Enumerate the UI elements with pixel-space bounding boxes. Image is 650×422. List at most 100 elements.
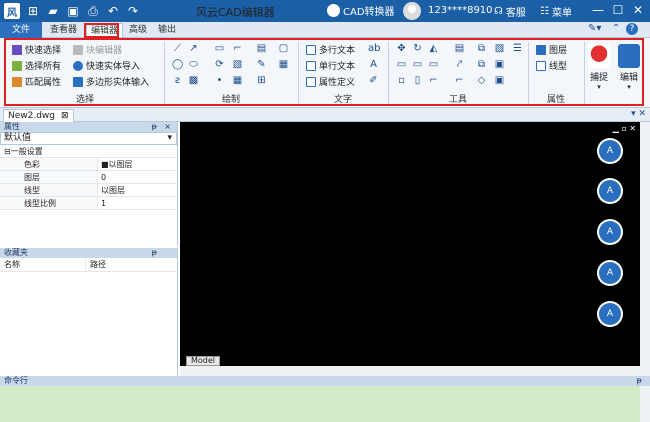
table-row[interactable]: 线型比例 1 [0, 197, 177, 210]
fillet-icon[interactable]: ⌐ [428, 75, 439, 86]
point-icon[interactable]: • [214, 75, 225, 86]
table-icon[interactable]: ⊞ [256, 75, 267, 86]
close-button[interactable]: ✕ [631, 3, 645, 17]
insert-block-icon[interactable]: ▤ [256, 43, 267, 54]
tab-viewer[interactable]: 查看器 [46, 23, 81, 37]
avatar[interactable] [403, 2, 421, 20]
attribute-definition-button[interactable]: 属性定义 [306, 75, 355, 88]
wblock-icon[interactable]: ▣ [494, 59, 505, 70]
open-folder-icon[interactable]: ▰ [46, 4, 60, 18]
snap-button[interactable]: 捕捉 ▾ [584, 44, 614, 94]
edit-button[interactable]: 编辑 ▾ [614, 44, 644, 94]
property-value[interactable]: ■以图层 [98, 158, 177, 170]
save-icon[interactable]: ▣ [66, 4, 80, 18]
minimize-button[interactable]: — [591, 3, 605, 17]
tab-output[interactable]: 输出 [154, 23, 180, 37]
quick-entity-import-button[interactable]: 快速实体导入 [73, 59, 140, 72]
pencil-icon[interactable]: ✎ [256, 59, 267, 70]
paste-icon[interactable]: ▧ [494, 43, 505, 54]
block-editor-button[interactable]: 块编辑器 [73, 43, 122, 56]
style-icon[interactable]: ✎▾ [588, 23, 601, 34]
redo-icon[interactable]: ↷ [126, 4, 140, 18]
column-header-name[interactable]: 名称 [0, 258, 86, 271]
extend-icon[interactable]: ▯ [412, 75, 423, 86]
text-edit-icon[interactable]: A [368, 59, 379, 70]
tab-file[interactable]: 文件 [0, 22, 42, 38]
document-tab-close-icon[interactable]: ⊠ [61, 110, 69, 122]
float-button-2[interactable]: A [597, 178, 623, 204]
help-icon[interactable]: ? [626, 23, 638, 35]
multiline-text-button[interactable]: 多行文本 [306, 43, 355, 56]
user-name[interactable]: 123****8910 [428, 5, 493, 16]
layer-button[interactable]: 图层 [536, 43, 567, 56]
hatch-icon[interactable]: ▦ [278, 59, 289, 70]
edit-dropdown-icon[interactable]: ▾ [614, 83, 644, 91]
maximize-button[interactable]: ☐ [611, 3, 625, 17]
table-row[interactable]: 图层 0 [0, 171, 177, 184]
drawing-canvas[interactable]: ▁ ▫ ✕ [180, 122, 640, 366]
group-icon[interactable]: ⧉ [476, 59, 487, 70]
offset-icon[interactable]: ▭ [428, 59, 439, 70]
polyline-icon[interactable]: ⌐ [232, 43, 243, 54]
shape-icon[interactable]: ▢ [278, 43, 289, 54]
arc-icon[interactable]: ↗ [188, 43, 199, 54]
layer-tool-icon[interactable]: ▤ [454, 43, 465, 54]
float-button-3[interactable]: A [597, 219, 623, 245]
vertical-scrollbar[interactable] [640, 122, 650, 376]
explode-icon[interactable]: ⤤ [454, 59, 465, 70]
print-icon[interactable]: ⎙ [86, 4, 100, 18]
circle-icon[interactable]: ◯ [172, 59, 183, 70]
rectangle-icon[interactable]: ▭ [214, 43, 225, 54]
check-icon[interactable]: ▣ [494, 75, 505, 86]
mirror-icon[interactable]: ◭ [428, 43, 439, 54]
table-row[interactable]: 色彩 ■以图层 [0, 158, 177, 171]
single-line-text-button[interactable]: 单行文本 [306, 59, 355, 72]
scale-icon[interactable]: ▭ [412, 59, 423, 70]
float-button-5[interactable]: A [597, 301, 623, 327]
linetype-button[interactable]: 线型 [536, 59, 567, 72]
list-icon[interactable]: ☰ [512, 43, 523, 54]
properties-combo[interactable]: 默认值 ▾ [0, 132, 177, 145]
snap-dropdown-icon[interactable]: ▾ [584, 83, 614, 91]
collapse-icon[interactable]: ⌃ [612, 23, 620, 34]
canvas-window-controls-icon[interactable]: ▁ ▫ ✕ [613, 124, 636, 133]
table-row[interactable]: 线型 以图层 [0, 184, 177, 197]
property-value[interactable]: 1 [98, 197, 177, 209]
command-line-area[interactable] [0, 386, 640, 422]
pattern-icon[interactable]: ▩ [188, 75, 199, 86]
select-all-button[interactable]: 选择所有 [12, 59, 61, 72]
panel-close-icon[interactable]: × [164, 122, 171, 132]
command-pin-icon[interactable]: ᵽ [637, 376, 642, 386]
text-style-icon[interactable]: ab [368, 43, 380, 54]
float-button-1[interactable]: A [597, 138, 623, 164]
pin-icon[interactable]: ᵽ [152, 122, 157, 132]
rotate-tool-icon[interactable]: ↻ [412, 43, 423, 54]
move-icon[interactable]: ✥ [396, 43, 407, 54]
service-button[interactable]: ☊ 客服 [494, 4, 526, 19]
horizontal-scrollbar[interactable] [180, 366, 640, 376]
picture-icon[interactable]: ▦ [232, 75, 243, 86]
ellipse-icon[interactable]: ⬭ [188, 59, 199, 70]
cad-converter-button[interactable]: CAD转换器 [327, 3, 395, 18]
erase-icon[interactable]: ◇ [476, 75, 487, 86]
quick-select-button[interactable]: 快速选择 [12, 43, 61, 56]
spline-icon[interactable]: ƨ [172, 75, 183, 86]
doc-window-controls-icon[interactable]: ▾ ✕ [631, 109, 646, 119]
document-tab[interactable]: New2.dwg ⊠ [3, 109, 74, 122]
rotate-icon[interactable]: ⟳ [214, 59, 225, 70]
polygon-entity-input-button[interactable]: 多边形实体输入 [73, 75, 149, 88]
match-properties-button[interactable]: 匹配属性 [12, 75, 61, 88]
float-button-4[interactable]: A [597, 260, 623, 286]
column-header-path[interactable]: 路径 [86, 258, 106, 271]
new-file-icon[interactable]: ⊞ [26, 4, 40, 18]
copy-icon[interactable]: ⧉ [476, 43, 487, 54]
property-value[interactable]: 以图层 [98, 184, 177, 196]
undo-icon[interactable]: ↶ [106, 4, 120, 18]
property-value[interactable]: 0 [98, 171, 177, 183]
trim-icon[interactable]: ▫ [396, 75, 407, 86]
array-icon[interactable]: ▭ [396, 59, 407, 70]
text-pen-icon[interactable]: ✐ [368, 75, 379, 86]
properties-section[interactable]: ⊟一般设置 [0, 145, 177, 158]
menu-button[interactable]: ☷ 菜单 [540, 4, 572, 19]
chamfer-icon[interactable]: ⌐ [454, 75, 465, 86]
